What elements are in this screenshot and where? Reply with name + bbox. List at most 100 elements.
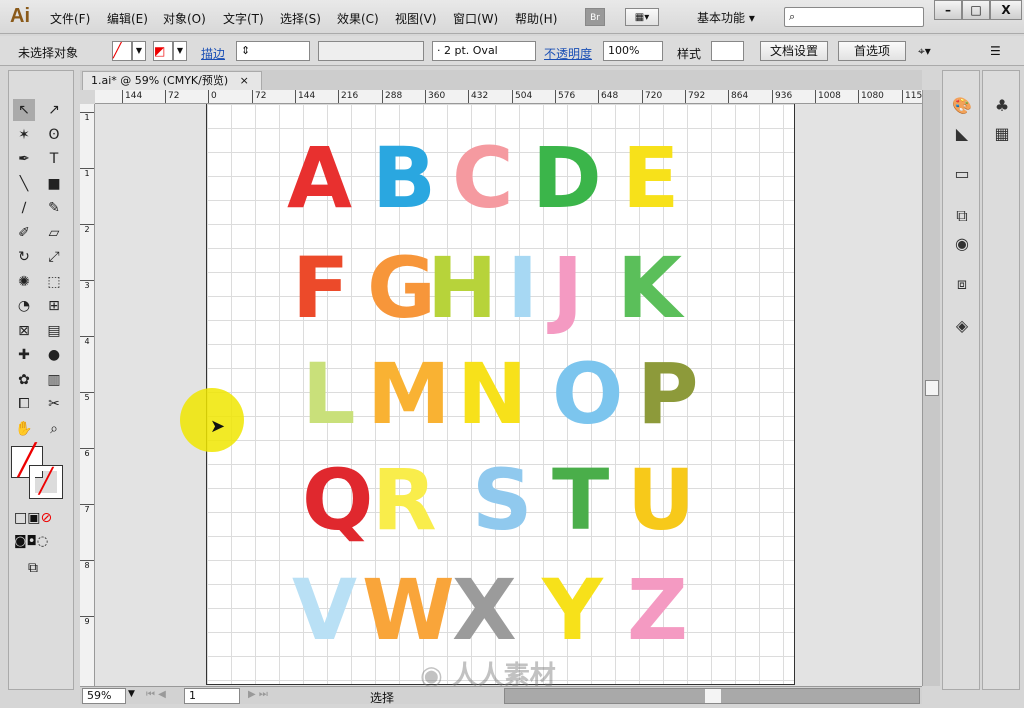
letter-H[interactable]: H bbox=[427, 246, 497, 330]
magic-wand-tool-icon[interactable]: ✶ bbox=[13, 124, 35, 146]
letter-I[interactable]: I bbox=[507, 246, 538, 330]
menu-7[interactable]: 窗口(W) bbox=[453, 10, 498, 27]
arrange-icon[interactable]: ⌖▾ bbox=[918, 44, 931, 59]
letter-Z[interactable]: Z bbox=[627, 568, 688, 652]
zoom-tool-icon[interactable]: ⌕ bbox=[43, 418, 65, 440]
menu-3[interactable]: 文字(T) bbox=[223, 10, 264, 27]
selection-arrow-tool-icon[interactable]: ↖ bbox=[13, 99, 35, 121]
draw-mode-buttons[interactable]: ◙◘◌ bbox=[14, 534, 66, 549]
menu-5[interactable]: 效果(C) bbox=[337, 10, 379, 27]
letter-S[interactable]: S bbox=[472, 458, 533, 542]
preferences-button[interactable]: 首选项 bbox=[838, 41, 906, 61]
gradient-icon[interactable]: ▭ bbox=[951, 163, 973, 185]
document-tab[interactable]: 1.ai* @ 59% (CMYK/预览) × bbox=[82, 71, 262, 90]
letter-T[interactable]: T bbox=[552, 458, 609, 542]
type-tool-icon[interactable]: T bbox=[43, 148, 65, 170]
pen-tool-icon[interactable]: ✒ bbox=[13, 148, 35, 170]
pathfinder-icon[interactable]: ⧈ bbox=[951, 273, 973, 295]
line-tool-icon[interactable]: ╲ bbox=[13, 173, 35, 195]
letter-U[interactable]: U bbox=[627, 458, 695, 542]
letter-W[interactable]: W bbox=[362, 568, 455, 652]
stroke-dropdown[interactable]: ▼ bbox=[173, 41, 187, 61]
close-button[interactable]: X bbox=[990, 0, 1022, 20]
letter-R[interactable]: R bbox=[372, 458, 437, 542]
lasso-tool-icon[interactable]: ʘ bbox=[43, 124, 65, 146]
style-dropdown[interactable] bbox=[711, 41, 744, 61]
fill-swatch[interactable]: ╱ bbox=[112, 41, 132, 61]
h-scroll-thumb[interactable] bbox=[705, 689, 721, 703]
maximize-button[interactable]: □ bbox=[962, 0, 990, 20]
hand-tool-icon[interactable]: ✋ bbox=[13, 418, 35, 440]
panel-menu-icon[interactable]: ☰ bbox=[990, 44, 1001, 58]
letter-X[interactable]: X bbox=[452, 568, 517, 652]
letter-M[interactable]: M bbox=[367, 352, 451, 436]
warp-tool-icon[interactable]: ✺ bbox=[13, 271, 35, 293]
shape-builder-tool-icon[interactable]: ◔ bbox=[13, 295, 35, 317]
mesh-tool-icon[interactable]: ⊠ bbox=[13, 320, 35, 342]
scale-tool-icon[interactable]: ⤢ bbox=[43, 246, 65, 268]
letter-Q[interactable]: Q bbox=[302, 458, 373, 542]
opacity-link[interactable]: 不透明度 bbox=[544, 45, 592, 62]
blob-brush-tool-icon[interactable]: ✐ bbox=[13, 222, 35, 244]
stroke-swatch[interactable]: ◩ bbox=[153, 41, 173, 61]
letter-C[interactable]: C bbox=[452, 136, 514, 220]
gradient-tool-icon[interactable]: ▤ bbox=[43, 320, 65, 342]
letter-Y[interactable]: Y bbox=[542, 568, 603, 652]
symbols-icon[interactable]: ♣ bbox=[991, 95, 1013, 117]
arrange-documents-button[interactable]: ▦▾ bbox=[625, 8, 659, 26]
letter-D[interactable]: D bbox=[532, 136, 602, 220]
next-last-artboard[interactable]: ▶ ⏭ bbox=[248, 689, 268, 700]
vertical-scrollbar[interactable] bbox=[922, 90, 940, 686]
rectangle-tool-icon[interactable]: ■ bbox=[43, 173, 65, 195]
letter-O[interactable]: O bbox=[552, 352, 623, 436]
stroke-link[interactable]: 描边 bbox=[201, 45, 225, 62]
document-setup-button[interactable]: 文档设置 bbox=[760, 41, 828, 61]
scroll-thumb[interactable] bbox=[925, 380, 939, 396]
workspace-switcher[interactable]: 基本功能 ▾ bbox=[697, 9, 755, 26]
opacity-input[interactable]: 100% bbox=[603, 41, 663, 61]
brush-dropdown[interactable]: · 2 pt. Oval bbox=[432, 41, 536, 61]
letter-G[interactable]: G bbox=[367, 246, 436, 330]
color-mode-buttons[interactable]: □▣⊘ bbox=[14, 510, 66, 526]
letter-V[interactable]: V bbox=[292, 568, 357, 652]
rotate-tool-icon[interactable]: ↻ bbox=[13, 246, 35, 268]
search-input[interactable]: ⌕ bbox=[784, 7, 924, 27]
column-graph-tool-icon[interactable]: ▥ bbox=[43, 369, 65, 391]
menu-4[interactable]: 选择(S) bbox=[280, 10, 321, 27]
eraser-tool-icon[interactable]: ▱ bbox=[43, 222, 65, 244]
free-transform-tool-icon[interactable]: ⬚ bbox=[43, 271, 65, 293]
vertical-ruler[interactable]: 1 1 2 3 4 5 6 7 8 9 bbox=[80, 104, 95, 686]
letter-B[interactable]: B bbox=[372, 136, 436, 220]
direct-selection-tool-icon[interactable]: ↗ bbox=[43, 99, 65, 121]
blend-tool-icon[interactable]: ● bbox=[43, 344, 65, 366]
screen-mode-icon[interactable]: ⧉ bbox=[28, 560, 38, 576]
eyedropper-tool-icon[interactable]: ✚ bbox=[13, 344, 35, 366]
slice-tool-icon[interactable]: ✂ bbox=[43, 393, 65, 415]
artboard-number-input[interactable]: 1 bbox=[184, 688, 240, 704]
appearance-icon[interactable]: ◉ bbox=[951, 233, 973, 255]
stroke-color-swatch[interactable]: ╱ bbox=[29, 465, 63, 499]
letter-P[interactable]: P bbox=[637, 352, 699, 436]
letter-F[interactable]: F bbox=[292, 246, 349, 330]
symbol-sprayer-tool-icon[interactable]: ✿ bbox=[13, 369, 35, 391]
letter-J[interactable]: J bbox=[552, 246, 583, 330]
color-guide-icon[interactable]: ◣ bbox=[951, 123, 973, 145]
letter-L[interactable]: L bbox=[302, 352, 356, 436]
letter-A[interactable]: A bbox=[287, 136, 352, 220]
artboard[interactable]: ABCDE FGHIJK LMNOP QRSTU VWXYZ bbox=[206, 104, 795, 685]
letter-K[interactable]: K bbox=[617, 246, 682, 330]
menu-8[interactable]: 帮助(H) bbox=[515, 10, 557, 27]
letter-E[interactable]: E bbox=[622, 136, 679, 220]
horizontal-scrollbar[interactable] bbox=[504, 688, 920, 704]
layers-icon[interactable]: ◈ bbox=[951, 315, 973, 337]
artboard-tool-icon[interactable]: ⧠ bbox=[13, 393, 35, 415]
variable-width-dropdown[interactable] bbox=[318, 41, 424, 61]
letter-N[interactable]: N bbox=[457, 352, 527, 436]
fill-dropdown[interactable]: ▼ bbox=[132, 41, 146, 61]
menu-1[interactable]: 编辑(E) bbox=[107, 10, 148, 27]
color-panel-icon[interactable]: 🎨 bbox=[951, 95, 973, 117]
transparency-icon[interactable]: ⧉ bbox=[951, 205, 973, 227]
bridge-button[interactable]: Br bbox=[585, 8, 605, 26]
perspective-tool-icon[interactable]: ⊞ bbox=[43, 295, 65, 317]
tab-close-icon[interactable]: × bbox=[240, 74, 249, 87]
